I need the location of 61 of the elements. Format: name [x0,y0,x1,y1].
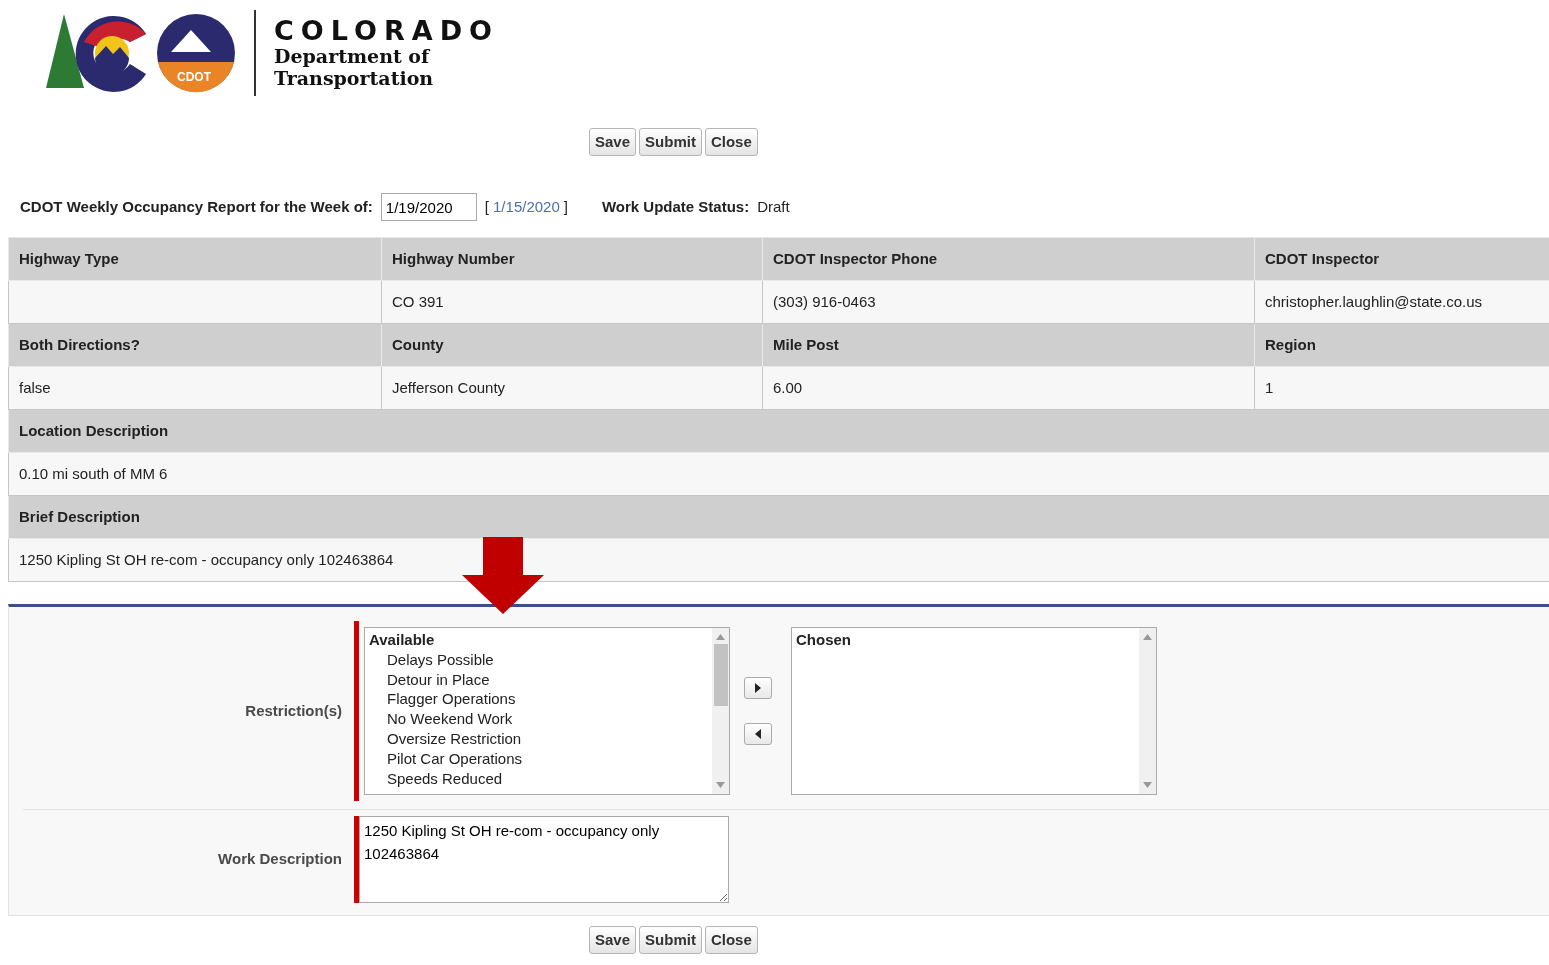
column-header: Brief Description [8,495,1549,539]
status-value: Draft [757,196,790,217]
report-label: CDOT Weekly Occupancy Report for the Week of: [20,196,373,217]
list-option[interactable]: Delays Possible [369,649,708,670]
column-header: CDOT Inspector Phone [762,237,1255,281]
submit-button[interactable]: Submit [639,128,702,156]
column-header: Highway Number [381,237,763,281]
date-link[interactable]: 1/15/2020 [493,195,560,219]
logo-subtitle: Transportation [274,67,435,90]
list-option[interactable]: No Weekend Work [369,709,708,729]
table-cell: CO 391 [381,280,763,324]
status-label: Work Update Status: [601,196,750,217]
close-button[interactable]: Close [704,128,758,156]
list-option[interactable]: Speeds Reduced [369,768,708,789]
right-triangle-icon [755,683,761,693]
scroll-down-icon[interactable] [1143,782,1152,788]
column-header: Both Directions? [8,323,382,367]
column-header: Region [1254,323,1549,367]
table-cell: Jefferson County [381,366,763,410]
field-label: Restriction(s) [245,700,342,721]
scroll-up-icon[interactable] [1143,634,1152,640]
available-listbox[interactable]: Available Delays Possible Detour in Place Flagger Operations No Weekend Work Oversize Restriction Pilot Car Operations Speeds Reduced [364,627,730,795]
bracket-text: ] [563,196,568,217]
column-header: Highway Type [8,237,382,281]
table-cell: 1250 Kipling St OH re-com - occupancy only 102463864 [8,538,1549,582]
table-cell: christopher.laughlin@state.co.us [1254,280,1549,324]
scrollbar[interactable] [712,628,729,794]
list-option[interactable]: Oversize Restriction [369,729,708,749]
bracket-text: [ [484,196,490,217]
scroll-down-icon[interactable] [716,782,725,788]
week-input-field[interactable]: 1/19/2020 [380,193,477,221]
table-cell: (303) 916-0463 [762,280,1255,324]
column-header: County [381,323,763,367]
list-option[interactable]: Pilot Car Operations [369,748,708,769]
column-header: Mile Post [762,323,1255,367]
list-header: Available [369,630,436,650]
chosen-listbox[interactable]: Chosen [791,627,1157,795]
remove-button[interactable] [744,723,772,745]
work-description-field[interactable]: 1250 Kipling St OH re-com - occupancy only 102463864 [359,816,729,903]
close-button[interactable]: Close [704,926,758,954]
scrollbar[interactable] [1139,628,1156,794]
list-header: Chosen [796,630,852,650]
table-cell: 0.10 mi south of MM 6 [8,452,1549,496]
column-header: CDOT Inspector [1254,237,1549,281]
down-arrow-icon [462,537,544,614]
list-option[interactable]: Detour in Place [369,669,708,690]
add-button[interactable] [744,677,772,699]
table-cell: 6.00 [762,366,1255,410]
badge-text: CDOT [177,69,211,86]
submit-button[interactable]: Submit [639,926,702,954]
left-triangle-icon [755,729,761,739]
logo-subtitle: Department of [274,46,432,68]
save-button[interactable]: Save [589,128,637,156]
scroll-up-icon[interactable] [716,634,725,640]
logo-wordmark: COLORADO [274,16,499,46]
table-cell: 1 [1254,366,1549,410]
table-cell: false [8,366,382,410]
save-button[interactable]: Save [589,926,637,954]
field-label: Work Description [218,849,342,870]
column-header: Location Description [8,409,1549,453]
list-option[interactable]: Flagger Operations [369,689,708,710]
